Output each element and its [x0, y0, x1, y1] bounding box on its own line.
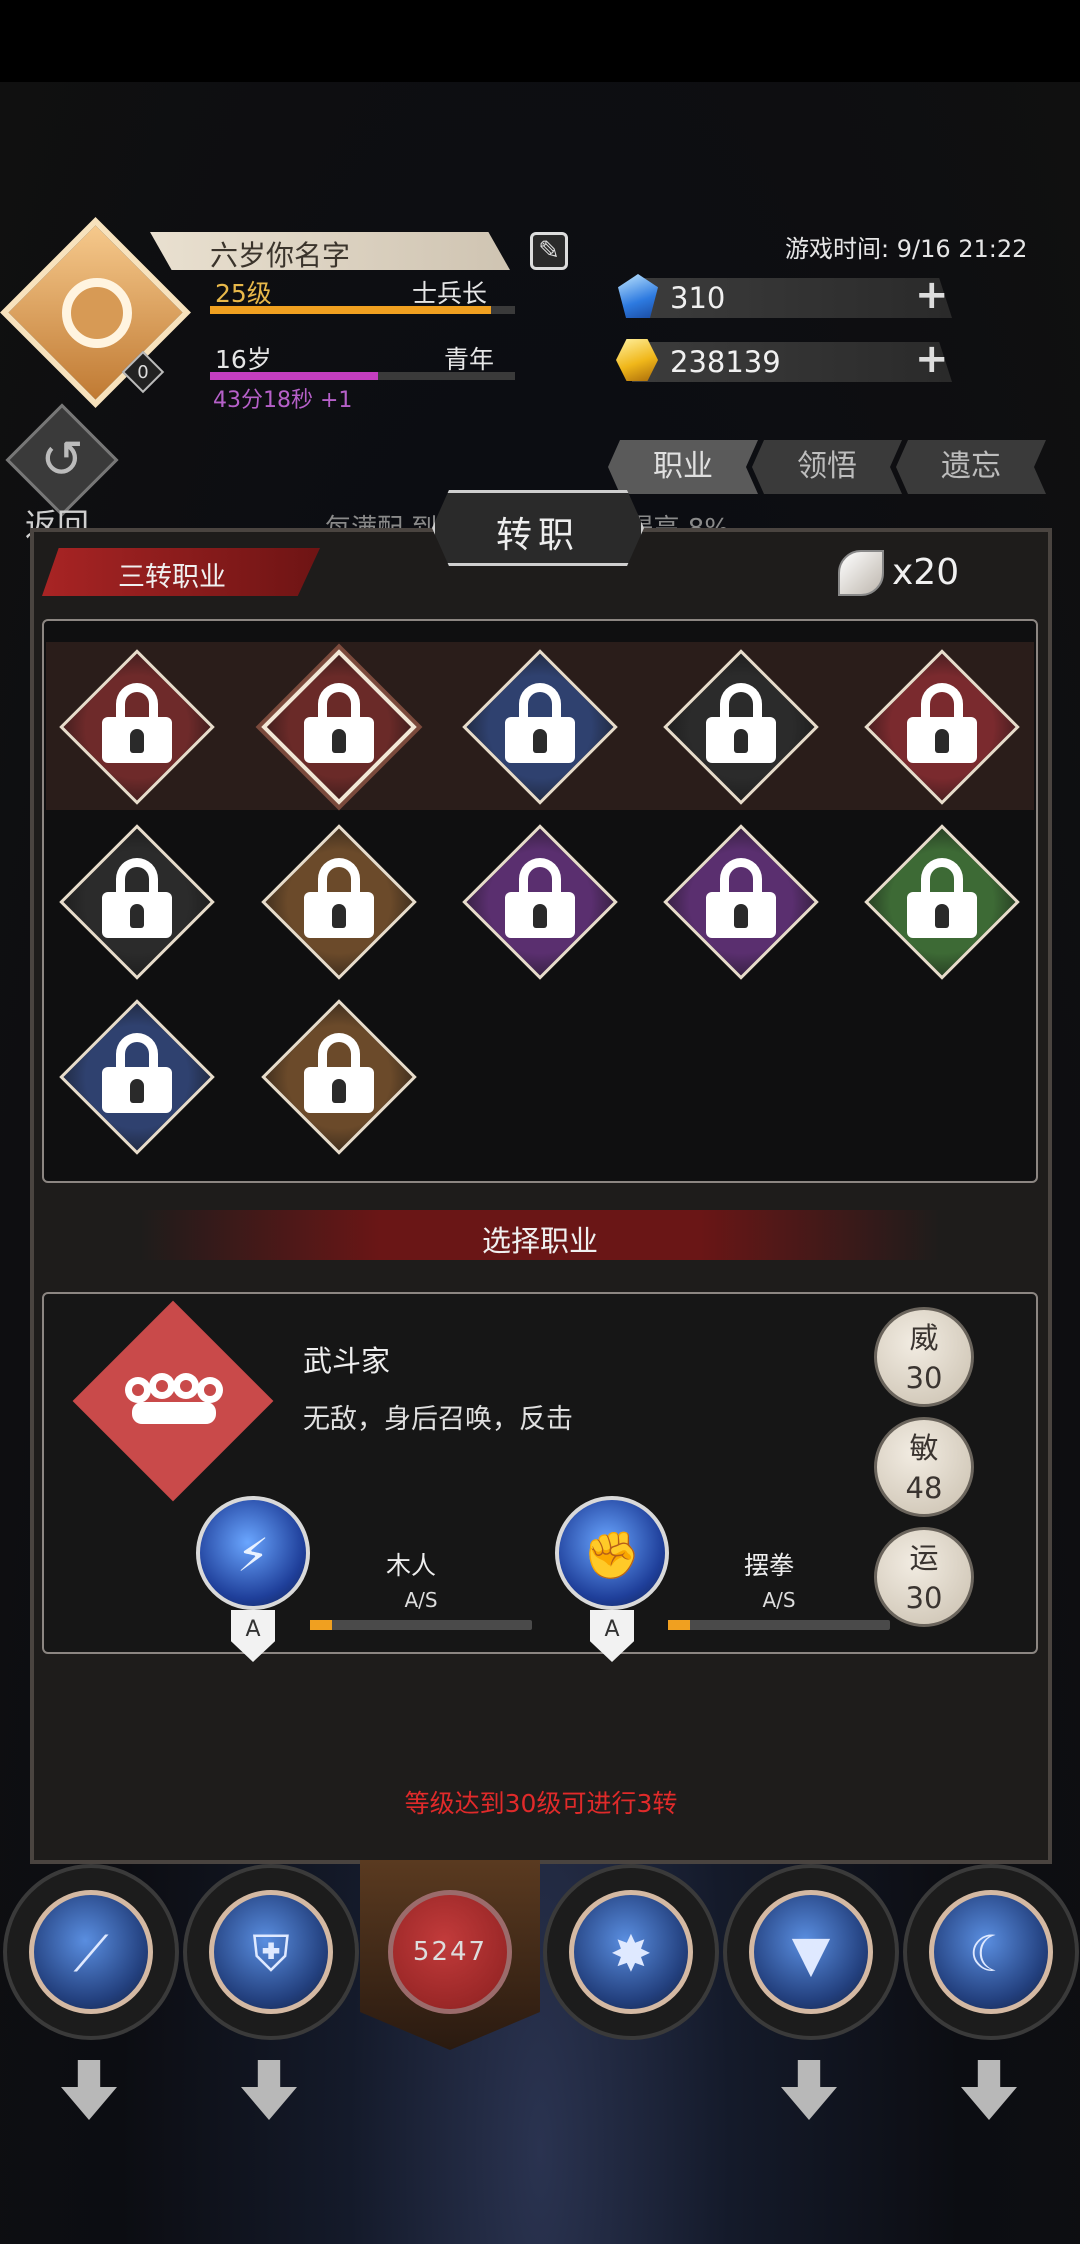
claw-strike-icon[interactable]: ⚡ — [196, 1496, 310, 1610]
skill-2-sub: A/S — [762, 1588, 796, 1612]
back-arrow-icon: ↺ — [40, 430, 84, 490]
choose-class-label: 选择职业 — [481, 1224, 598, 1258]
slash-icon[interactable]: ⟋ — [29, 1890, 153, 2014]
lock-icon — [505, 683, 575, 763]
player-level: 25级 — [215, 279, 272, 308]
stat-power: 威 30 — [874, 1307, 974, 1407]
stat-luck-label: 运 — [909, 1541, 939, 1575]
player-age: 16岁 — [215, 345, 272, 374]
skill-2-progress — [668, 1620, 890, 1630]
section-title: 三转职业 — [118, 562, 226, 593]
age-timer: 43分18秒 +1 — [213, 388, 353, 413]
job-description: 无敌，身后召唤，反击 — [303, 1404, 573, 1435]
center-button[interactable]: 5247 — [388, 1890, 512, 2014]
level-requirement-warning: 等级达到30级可进行3转 — [404, 1789, 678, 1818]
player-name: 六岁你名字 — [210, 239, 351, 272]
job-name: 武斗家 — [303, 1344, 391, 1378]
lock-icon — [304, 1033, 374, 1113]
lock-icon — [102, 1033, 172, 1113]
player-rank: 士兵长 — [412, 279, 488, 308]
stat-agility-value: 48 — [905, 1471, 943, 1505]
skill-1-name: 木人 — [385, 1551, 436, 1580]
lock-icon — [907, 683, 977, 763]
lock-icon — [907, 858, 977, 938]
stat-luck-value: 30 — [905, 1581, 943, 1615]
stat-power-label: 威 — [909, 1321, 939, 1355]
burst-icon[interactable]: ✸ — [569, 1890, 693, 2014]
dialog-title: 转职 — [495, 515, 580, 556]
age-progress-bar — [210, 372, 515, 380]
lock-icon — [505, 858, 575, 938]
brass-knuckles-icon — [125, 1373, 223, 1424]
lock-icon — [706, 683, 776, 763]
skill-1-sub: A/S — [404, 1588, 438, 1612]
lock-icon — [304, 858, 374, 938]
status-bar — [0, 0, 1080, 82]
gem-value: 310 — [670, 281, 726, 315]
shield-icon[interactable]: ⛨ — [209, 1890, 333, 2014]
fist-icon[interactable]: ✊ — [555, 1496, 669, 1610]
life-stage: 青年 — [444, 345, 495, 374]
level-progress-bar — [210, 306, 515, 314]
add-gold-button[interactable]: + — [915, 339, 949, 379]
tab-forget[interactable]: 遗忘 — [896, 440, 1046, 494]
stat-agility-label: 敏 — [909, 1431, 939, 1465]
add-gems-button[interactable]: + — [915, 275, 949, 315]
skill-2-name: 摆拳 — [743, 1551, 794, 1580]
lock-icon — [102, 858, 172, 938]
stat-agility: 敏 48 — [874, 1417, 974, 1517]
avatar-badge-value: 0 — [137, 362, 149, 383]
gold-value: 238139 — [670, 345, 781, 379]
lock-icon — [706, 858, 776, 938]
lock-icon — [304, 683, 374, 763]
tab-profession[interactable]: 职业 — [608, 440, 758, 494]
stat-luck: 运 30 — [874, 1527, 974, 1627]
skill-1-progress — [310, 1620, 532, 1630]
game-time: 游戏时间: 9/16 21:22 — [785, 235, 1028, 263]
leaf-count: x20 — [892, 552, 960, 593]
tab-comprehension[interactable]: 领悟 — [752, 440, 902, 494]
fangs-icon[interactable]: ▼ — [749, 1890, 873, 2014]
avatar[interactable] — [62, 278, 132, 348]
crescent-icon[interactable]: ☾ — [929, 1890, 1053, 2014]
stat-power-value: 30 — [905, 1361, 943, 1395]
lock-icon — [102, 683, 172, 763]
edit-name-icon[interactable]: ✎ — [530, 232, 568, 270]
leaf-icon — [838, 550, 884, 596]
